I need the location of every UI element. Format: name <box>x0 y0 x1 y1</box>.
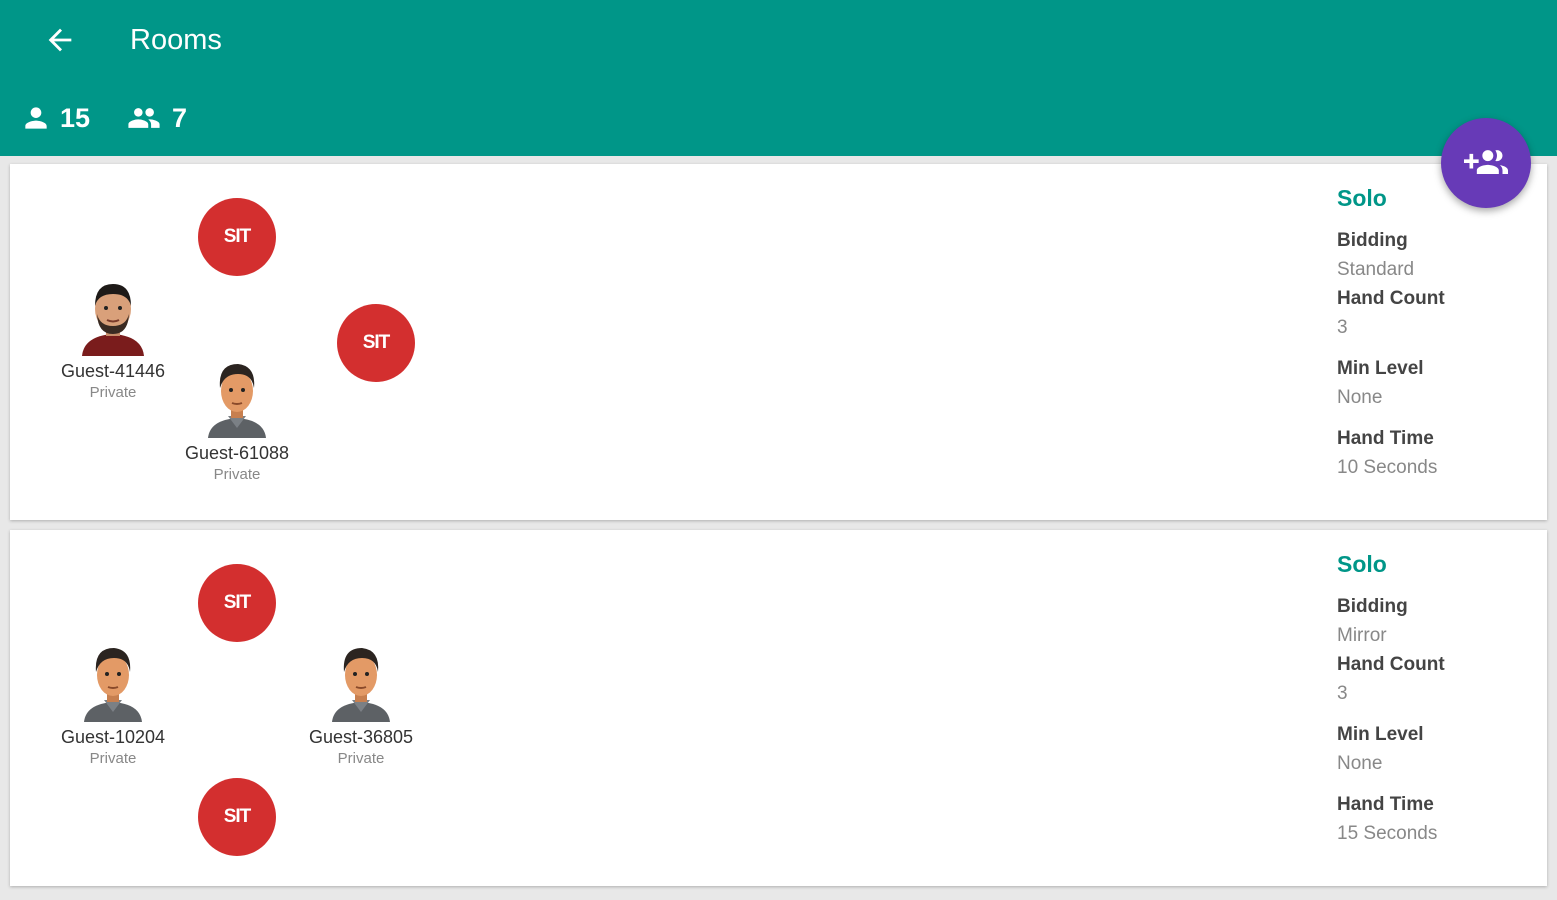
bearded-man-avatar-icon <box>82 284 144 356</box>
min-level-label: Min Level <box>1337 724 1424 745</box>
online-players-stat: 15 <box>20 100 90 136</box>
hand-count-label: Hand Count <box>1337 654 1445 675</box>
player-name: Guest-10204 <box>60 727 166 747</box>
hand-time-value: 10 Seconds <box>1337 457 1438 478</box>
player-name: Guest-36805 <box>308 727 414 747</box>
player-status: Private <box>89 750 137 767</box>
sit-button-top[interactable]: SIT <box>198 564 276 642</box>
bidding-value: Mirror <box>1337 625 1387 646</box>
player-status: Private <box>213 466 261 483</box>
hand-count-label: Hand Count <box>1337 288 1445 309</box>
group-add-icon <box>1464 150 1508 174</box>
sit-button-bottom[interactable]: SIT <box>198 778 276 856</box>
bidding-value: Standard <box>1337 259 1415 280</box>
room-card[interactable]: SIT SIT Guest-10204 Private Guest-36805 <box>10 530 1547 886</box>
bidding-label: Bidding <box>1337 230 1408 251</box>
room-card[interactable]: SIT SIT Guest-41446 Private Guest-61088 <box>10 164 1547 520</box>
rooms-count: 7 <box>172 102 188 133</box>
hand-time-value: 15 Seconds <box>1337 823 1438 844</box>
player-seat-bottom: Guest-61088 Private <box>162 358 312 484</box>
hand-count-value: 3 <box>1337 317 1348 338</box>
player-seat-left: Guest-10204 Private <box>38 642 188 768</box>
sit-button-right[interactable]: SIT <box>337 304 415 382</box>
bidding-label: Bidding <box>1337 596 1408 617</box>
person-icon <box>25 107 47 129</box>
player-status: Private <box>337 750 385 767</box>
hand-count-value: 3 <box>1337 683 1348 704</box>
page-title: Rooms <box>130 24 222 56</box>
min-level-label: Min Level <box>1337 358 1424 379</box>
man-avatar-icon <box>208 364 266 438</box>
sit-button-top[interactable]: SIT <box>198 198 276 276</box>
man-avatar-icon <box>84 648 142 722</box>
room-mode: Solo <box>1337 551 1387 577</box>
add-room-button[interactable] <box>1441 118 1531 208</box>
back-button[interactable] <box>38 20 82 60</box>
player-name: Guest-61088 <box>184 443 290 463</box>
group-icon <box>128 108 160 128</box>
app-bar: Rooms 15 7 <box>0 0 1557 156</box>
hand-time-label: Hand Time <box>1337 428 1434 449</box>
player-seat-right: Guest-36805 Private <box>286 642 436 768</box>
arrow-back-icon <box>48 28 72 52</box>
players-count: 15 <box>60 102 91 133</box>
room-info: Solo Bidding Mirror Hand Count 3 Min Lev… <box>1337 550 1537 848</box>
min-level-value: None <box>1337 753 1383 774</box>
min-level-value: None <box>1337 387 1383 408</box>
man-avatar-icon <box>332 648 390 722</box>
rooms-stat: 7 <box>124 100 187 136</box>
hand-time-label: Hand Time <box>1337 794 1434 815</box>
room-info: Solo Bidding Standard Hand Count 3 Min L… <box>1337 184 1537 482</box>
